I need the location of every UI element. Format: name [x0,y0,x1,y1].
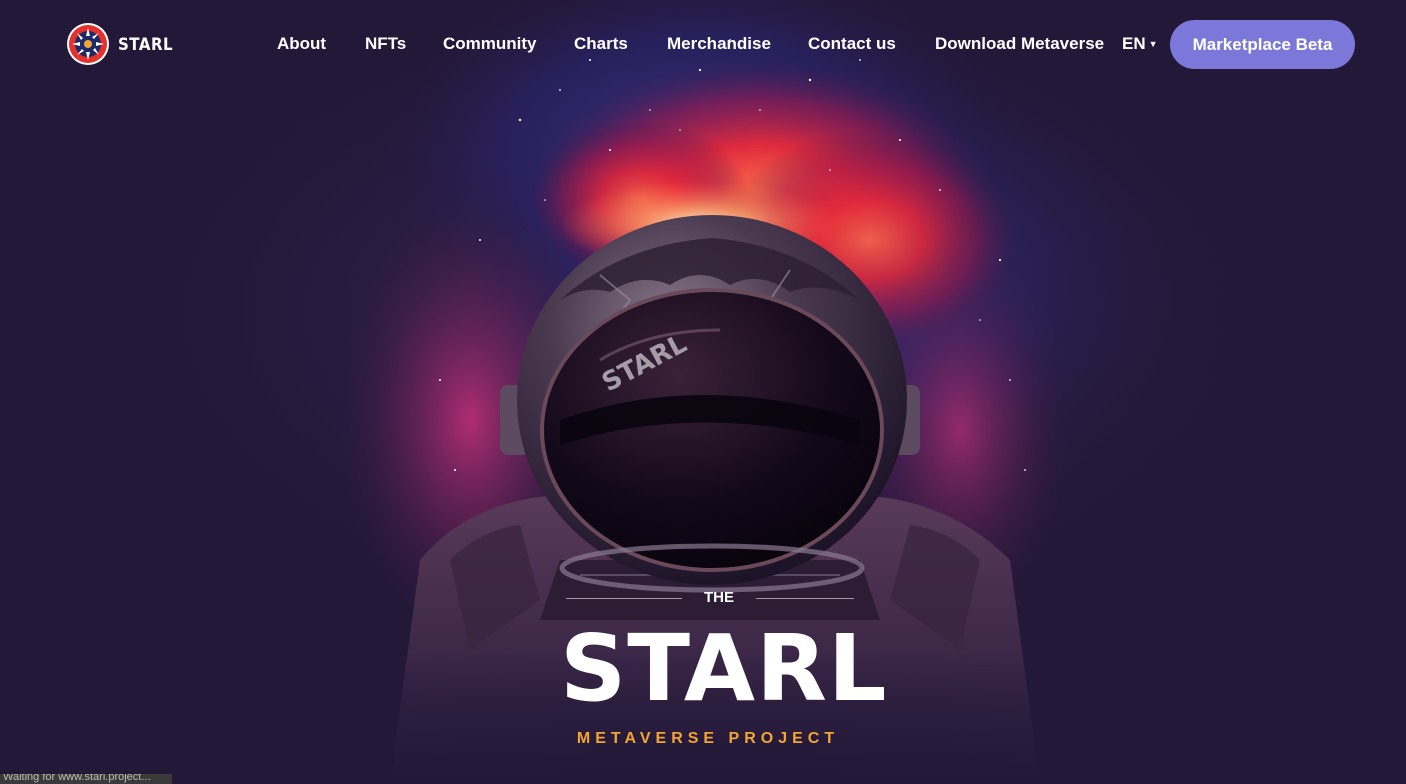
logo-link[interactable]: STARL [66,22,173,66]
nav-merchandise[interactable]: Merchandise [667,33,771,55]
nav-charts[interactable]: Charts [574,33,628,55]
divider-left [566,598,682,599]
nav-about[interactable]: About [277,33,326,55]
browser-status-bar: Waiting for www.starl.project... [0,774,172,784]
language-label: EN [1122,34,1146,53]
site-header: STARL About NFTs Community Charts Mercha… [0,0,1406,88]
marketplace-beta-button[interactable]: Marketplace Beta [1170,20,1355,69]
nav-download-metaverse[interactable]: Download Metaverse [935,33,1104,55]
page: STARL STARL About NFTs Community Charts … [0,0,1406,784]
logo-wordmark: STARL [118,33,174,55]
hero-pretitle-row: THE [566,587,854,609]
hero-title: STARL [560,615,888,722]
hero-subtitle: METAVERSE PROJECT [576,730,840,747]
divider-right [756,598,854,599]
language-selector[interactable]: EN ▼ [1122,33,1158,55]
nav-contact-us[interactable]: Contact us [808,33,896,55]
status-text: Waiting for www.starl.project... [3,774,151,783]
hero-pretitle: THE [704,589,734,606]
starl-emblem-icon [67,23,109,65]
nav-nfts[interactable]: NFTs [365,33,406,55]
nav-community[interactable]: Community [443,33,537,55]
chevron-down-icon: ▼ [1148,39,1158,49]
